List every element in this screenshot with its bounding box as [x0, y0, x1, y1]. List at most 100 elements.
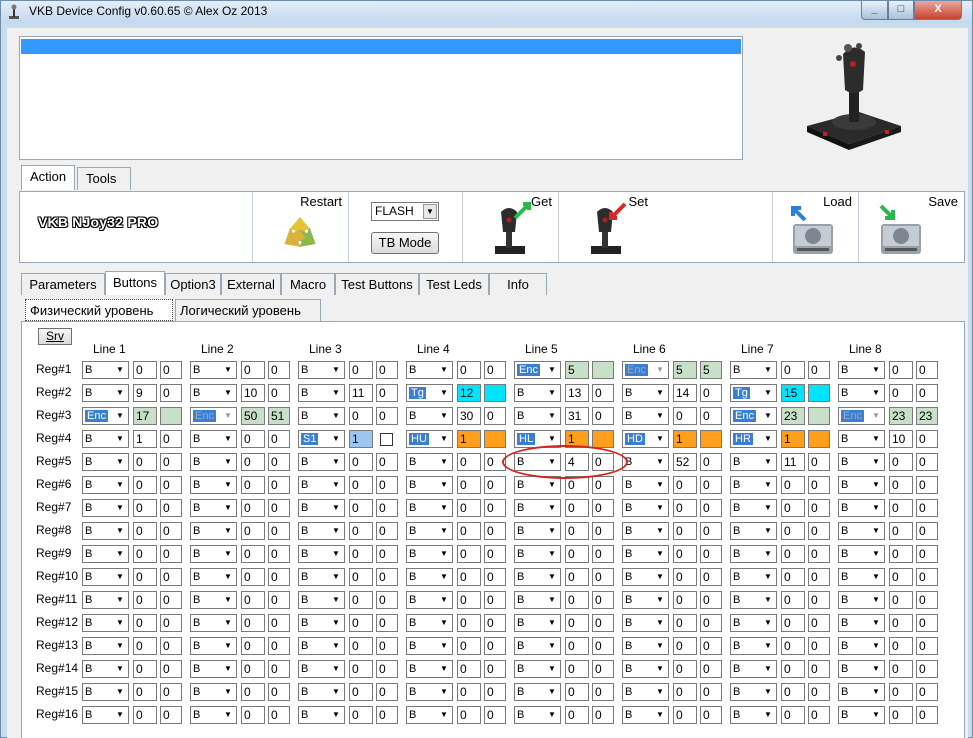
- value-field-2[interactable]: [808, 407, 830, 425]
- value-field-2[interactable]: 0: [808, 568, 830, 586]
- tab-physical-level[interactable]: Физический уровень: [25, 299, 173, 321]
- value-field[interactable]: 0: [889, 361, 913, 379]
- value-field[interactable]: 10: [241, 384, 265, 402]
- value-field-2[interactable]: 0: [592, 637, 614, 655]
- value-field[interactable]: 0: [133, 568, 157, 586]
- value-field[interactable]: 0: [349, 361, 373, 379]
- type-select[interactable]: B ▼: [298, 660, 345, 678]
- type-select[interactable]: B ▼: [838, 430, 885, 448]
- value-field-2[interactable]: 0: [376, 407, 398, 425]
- value-field-2[interactable]: 0: [916, 384, 938, 402]
- type-select[interactable]: B ▼: [406, 568, 453, 586]
- value-field[interactable]: 0: [133, 637, 157, 655]
- type-select[interactable]: B ▼: [838, 568, 885, 586]
- value-field[interactable]: 0: [457, 591, 481, 609]
- value-field[interactable]: 0: [673, 568, 697, 586]
- value-field[interactable]: 0: [565, 499, 589, 517]
- tb-mode-button[interactable]: TB Mode: [371, 232, 439, 254]
- device-list[interactable]: VKB Fat Mamba v01.31 : HID-совместимый и…: [19, 36, 743, 160]
- value-field[interactable]: 0: [565, 706, 589, 724]
- value-field-2[interactable]: 0: [484, 706, 506, 724]
- type-select[interactable]: B ▼: [190, 361, 237, 379]
- value-field[interactable]: 0: [889, 568, 913, 586]
- value-field[interactable]: 1: [781, 430, 805, 448]
- value-field-2[interactable]: 0: [916, 660, 938, 678]
- value-field-2[interactable]: 0: [268, 568, 290, 586]
- value-field-2[interactable]: [160, 407, 182, 425]
- type-select[interactable]: B ▼: [622, 683, 669, 701]
- type-select[interactable]: B ▼: [730, 683, 777, 701]
- value-field[interactable]: 0: [889, 637, 913, 655]
- value-field[interactable]: 10: [889, 430, 913, 448]
- type-select[interactable]: B ▼: [838, 591, 885, 609]
- type-select[interactable]: B ▼: [82, 384, 129, 402]
- value-field[interactable]: 0: [349, 591, 373, 609]
- type-select[interactable]: B ▼: [190, 637, 237, 655]
- type-select[interactable]: S1 ▼: [298, 430, 345, 448]
- value-field-2[interactable]: 0: [268, 522, 290, 540]
- type-select[interactable]: B ▼: [406, 407, 453, 425]
- tab-buttons[interactable]: Buttons: [105, 271, 165, 295]
- value-field[interactable]: 0: [241, 706, 265, 724]
- type-select[interactable]: B ▼: [82, 430, 129, 448]
- value-field-2[interactable]: 0: [160, 361, 182, 379]
- type-select[interactable]: B ▼: [298, 706, 345, 724]
- type-select[interactable]: B ▼: [838, 545, 885, 563]
- value-field[interactable]: 0: [241, 637, 265, 655]
- value-field-2[interactable]: 0: [160, 453, 182, 471]
- type-select[interactable]: B ▼: [82, 361, 129, 379]
- type-select[interactable]: B ▼: [838, 361, 885, 379]
- type-select[interactable]: B ▼: [730, 637, 777, 655]
- value-field-2[interactable]: 0: [160, 545, 182, 563]
- value-field[interactable]: 0: [241, 361, 265, 379]
- value-field-2[interactable]: 0: [268, 453, 290, 471]
- value-field-2[interactable]: 0: [160, 706, 182, 724]
- value-field-2[interactable]: 0: [268, 384, 290, 402]
- type-select[interactable]: B ▼: [730, 660, 777, 678]
- value-field[interactable]: 0: [349, 476, 373, 494]
- type-select[interactable]: B ▼: [730, 522, 777, 540]
- value-field[interactable]: 0: [673, 637, 697, 655]
- value-field[interactable]: 23: [781, 407, 805, 425]
- type-select[interactable]: B ▼: [838, 476, 885, 494]
- value-field[interactable]: 11: [349, 384, 373, 402]
- value-field-2[interactable]: 0: [700, 522, 722, 540]
- type-select[interactable]: B ▼: [514, 637, 561, 655]
- type-select[interactable]: B ▼: [514, 683, 561, 701]
- value-field[interactable]: 0: [889, 453, 913, 471]
- type-select[interactable]: Enc ▼: [514, 361, 561, 379]
- value-field-2[interactable]: 0: [484, 476, 506, 494]
- value-field-2[interactable]: 0: [484, 407, 506, 425]
- value-field[interactable]: 0: [241, 614, 265, 632]
- value-field[interactable]: 0: [241, 683, 265, 701]
- value-field[interactable]: 0: [781, 591, 805, 609]
- type-select[interactable]: B ▼: [190, 614, 237, 632]
- type-select[interactable]: B ▼: [838, 522, 885, 540]
- maximize-button[interactable]: □: [888, 1, 914, 20]
- value-field[interactable]: 0: [781, 476, 805, 494]
- type-select[interactable]: B ▼: [622, 614, 669, 632]
- type-select[interactable]: B ▼: [82, 683, 129, 701]
- value-field-2[interactable]: 0: [916, 614, 938, 632]
- value-field-2[interactable]: [700, 430, 722, 448]
- type-select[interactable]: B ▼: [82, 568, 129, 586]
- tab-test-buttons[interactable]: Test Buttons: [335, 273, 419, 295]
- value-field[interactable]: 0: [457, 545, 481, 563]
- value-field[interactable]: 1: [673, 430, 697, 448]
- value-field[interactable]: 23: [889, 407, 913, 425]
- type-select[interactable]: B ▼: [298, 453, 345, 471]
- value-field-2[interactable]: 0: [268, 361, 290, 379]
- value-field[interactable]: 0: [349, 407, 373, 425]
- type-select[interactable]: B ▼: [190, 453, 237, 471]
- value-field[interactable]: 0: [133, 706, 157, 724]
- value-field-2[interactable]: 0: [160, 522, 182, 540]
- type-select[interactable]: B ▼: [514, 660, 561, 678]
- value-field[interactable]: 0: [457, 499, 481, 517]
- type-select[interactable]: B ▼: [406, 499, 453, 517]
- value-field-2[interactable]: 0: [484, 361, 506, 379]
- type-select[interactable]: B ▼: [190, 683, 237, 701]
- value-field[interactable]: 1: [457, 430, 481, 448]
- value-field[interactable]: 5: [673, 361, 697, 379]
- value-field[interactable]: 0: [133, 591, 157, 609]
- value-field[interactable]: 0: [349, 568, 373, 586]
